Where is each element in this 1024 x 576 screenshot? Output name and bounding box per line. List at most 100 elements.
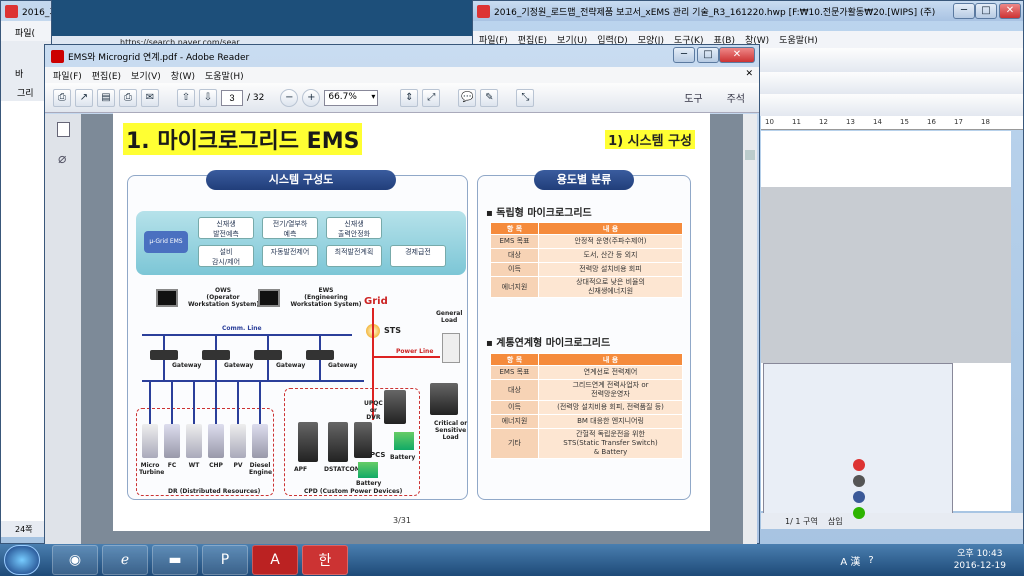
hwp-minimize-button[interactable]: ─ [953,3,975,19]
chrome-taskbar-icon[interactable]: ◉ [52,545,98,575]
standalone-table-cell: 이득 [490,262,539,277]
comment-button[interactable]: 주석 [727,90,745,105]
ems-function-box: 최적발전계획 [326,245,382,267]
dr-device-label: PV [233,462,243,469]
zoom-value: 66.7% [328,91,357,102]
facebook-icon[interactable] [853,491,865,503]
standalone-table: 항 목내 용 EMS 목표 안정적 운영(주파수제어) 대상 도서, 산간 등 외지 이득… [490,222,683,298]
ruler-tick-label: 10 [765,118,774,126]
grid-connected-table-row: 기타 간헐적 독립운전을 위한 STS(Static Transfer Switc… [490,428,683,459]
standalone-table-cell: 대상 [490,248,539,263]
home-icon[interactable] [853,459,865,471]
hwp-restore-button[interactable]: □ [975,3,997,19]
reader-menu-item[interactable]: 편집(E) [92,69,121,82]
attachment-icon[interactable]: ⌀ [58,151,81,167]
grid-label: Grid [364,296,388,307]
hwp-menu-item[interactable]: 도움말(H) [779,33,818,46]
cpd-device-label: DSTATCOM [324,466,361,473]
ruler-tick-label: 16 [927,118,936,126]
dr-device-link [237,380,239,424]
gateway-icon [306,350,334,360]
naver-icon[interactable] [853,507,865,519]
reader-minimize-button[interactable]: ─ [673,47,695,63]
reader-menu-item[interactable]: 보기(V) [131,69,161,82]
ems-function-box: 자동발전제어 [262,245,318,267]
explorer-taskbar-icon[interactable]: ▬ [152,545,198,575]
tools-button[interactable]: 도구 [684,90,702,105]
standalone-table-cell: 도서, 산간 등 외지 [538,248,683,263]
battery-label-1: Battery [390,454,416,461]
print-icon[interactable]: ⎙ [119,88,137,107]
blog-icon[interactable] [853,475,865,487]
usage-classification-panel: 용도별 분류 ▪ 독립형 마이크로그리드 항 목내 용 EMS 목표 안정적 운영(… [477,170,691,500]
pcs-label: PCS [370,451,386,459]
hwp-app-icon [477,4,490,18]
standalone-table-row: 이득 전력망 설치비용 회피 [490,262,683,277]
clock[interactable]: 오후 10:43 2016-12-19 [954,548,1006,572]
battery-label-2: Battery [356,480,382,487]
zoom-select[interactable]: 66.7% ▾ [324,89,379,106]
comment-icon[interactable]: 💬 [458,88,477,107]
previous-page-icon[interactable]: ⇧ [177,88,195,107]
help-icon[interactable]: ? [868,555,873,566]
scrollbar-thumb[interactable] [745,150,755,160]
standalone-table-header-row: 항 목내 용 [490,222,683,235]
left-hwp-menu[interactable]: 파일( [1,21,51,41]
system-diagram-title: 시스템 구성도 [206,170,396,190]
hwp-status-section: 1/ 1 구역 [785,517,818,526]
grid-connected-table-cell: 에너지원 [490,414,539,429]
reader-menu-item[interactable]: 파일(F) [53,69,82,82]
create-pdf-icon[interactable]: ⎙ [53,88,71,107]
ruler-tick-label: 12 [819,118,828,126]
comm-line-label: Comm. Line [222,325,262,332]
reader-menubar-close[interactable]: ✕ [745,69,753,79]
dr-device-icon [252,424,268,458]
ruler-tick-label: 18 [981,118,990,126]
acrobat-taskbar-icon[interactable]: A [252,545,298,575]
reader-side-panel: ⌀ [45,114,81,544]
standalone-table-cell: 전력망 설치비용 회피 [538,262,683,277]
ie-taskbar-icon[interactable]: ℯ [102,545,148,575]
hwp-close-button[interactable]: ✕ [999,3,1021,19]
cpd-device-label: APF [294,466,308,473]
reader-menu-item[interactable]: 도움말(H) [205,69,244,82]
reader-close-button[interactable]: ✕ [719,47,755,63]
ruler-tick-label: 14 [873,118,882,126]
dr-device-link [215,380,217,424]
next-page-icon[interactable]: ⇩ [199,88,217,107]
hwp-statusbar: 1/ 1 구역 삽입 [761,513,1023,529]
ems-function-box: 신재생 출력안정화 [326,217,382,239]
reader-toolbar: ⎙ ↗ ▤ ⎙ ✉ ⇧ ⇩ / 32 − + 66.7%▾ ⇕ ⤢ 💬 ✎ ⤡ … [45,83,759,113]
export-pdf-icon[interactable]: ↗ [75,88,93,107]
expand-icon[interactable]: ⤡ [516,88,535,107]
save-icon[interactable]: ▤ [97,88,115,107]
ime-indicator[interactable]: A 漢 [840,553,860,568]
email-icon[interactable]: ✉ [141,88,159,107]
start-button[interactable] [4,545,40,575]
powerpoint-taskbar-icon[interactable]: P [202,545,248,575]
ems-function-box: 전기/열부하 예측 [262,217,318,239]
reader-menu-item[interactable]: 창(W) [171,69,195,82]
reader-restore-button[interactable]: □ [697,47,719,63]
zoom-out-icon[interactable]: − [280,88,299,107]
pdf-icon [51,49,64,63]
fit-page-icon[interactable]: ⇕ [400,88,419,107]
ews-computer-icon [258,289,280,307]
left-hwp-icon [5,4,18,18]
cpd-label: CPD (Custom Power Devices) [304,488,403,495]
dr-device-label: CHP [209,462,223,469]
grid-connected-table-cell: 기타 [490,428,539,459]
critical-load-icon [430,383,458,415]
reader-scrollbar[interactable] [743,114,757,544]
standalone-table-cell: 상대적으로 낮은 비율의 신재생에너지원 [538,276,683,298]
hwp-taskbar-icon[interactable]: 한 [302,545,348,575]
sign-icon[interactable]: ✎ [480,88,499,107]
dr-device-icon [142,424,158,458]
slide-headline: 1. 마이크로그리드 EMS [123,123,363,155]
standalone-table-header-cell: 항 목 [490,222,539,235]
full-screen-icon[interactable]: ⤢ [422,88,441,107]
pages-icon[interactable] [57,122,70,137]
zoom-in-icon[interactable]: + [302,88,321,107]
standalone-table-row: 대상 도서, 산간 등 외지 [490,248,683,263]
page-number-input[interactable] [221,89,243,106]
